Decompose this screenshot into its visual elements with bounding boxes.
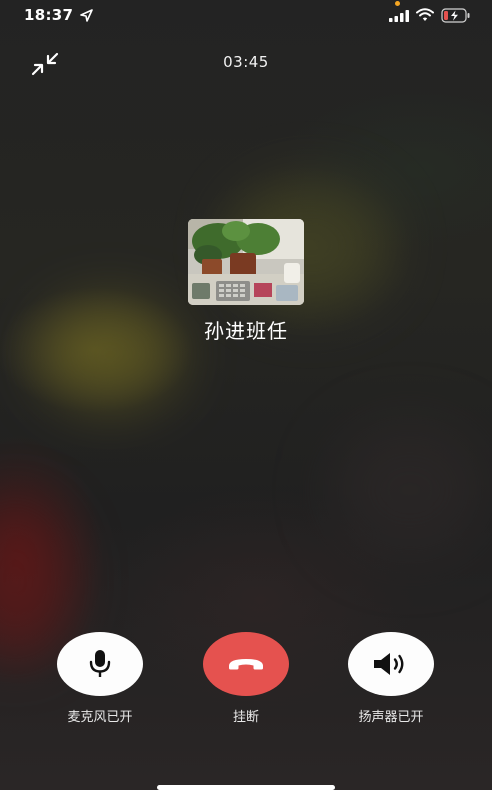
contact-avatar bbox=[188, 219, 304, 305]
microphone-icon bbox=[89, 650, 111, 677]
wifi-icon bbox=[416, 8, 434, 21]
privacy-indicator-dot bbox=[395, 1, 400, 6]
signal-icon bbox=[389, 10, 409, 22]
voice-call-screen: 18:37 03:45 孙进班任 麦克风已开 挂断 扬声器已开 bbox=[0, 0, 492, 790]
microphone-button[interactable] bbox=[57, 632, 143, 696]
status-time: 18:37 bbox=[24, 6, 74, 24]
status-bar: 18:37 bbox=[0, 0, 492, 34]
speaker-icon bbox=[374, 653, 404, 675]
phone-hangup-icon bbox=[229, 659, 263, 670]
background-blur bbox=[0, 500, 70, 660]
contact-name: 孙进班任 bbox=[204, 319, 288, 343]
background-blur bbox=[330, 420, 490, 560]
contact-photo bbox=[188, 219, 304, 305]
speaker-button[interactable] bbox=[348, 632, 434, 696]
home-indicator[interactable] bbox=[157, 785, 335, 790]
location-arrow-icon bbox=[80, 9, 93, 22]
hang-up-label: 挂断 bbox=[232, 710, 259, 725]
microphone-label: 麦克风已开 bbox=[67, 710, 133, 725]
speaker-label: 扬声器已开 bbox=[358, 710, 424, 725]
battery-charging-icon bbox=[441, 8, 470, 23]
call-duration: 03:45 bbox=[223, 53, 269, 71]
hang-up-button[interactable] bbox=[203, 632, 289, 696]
